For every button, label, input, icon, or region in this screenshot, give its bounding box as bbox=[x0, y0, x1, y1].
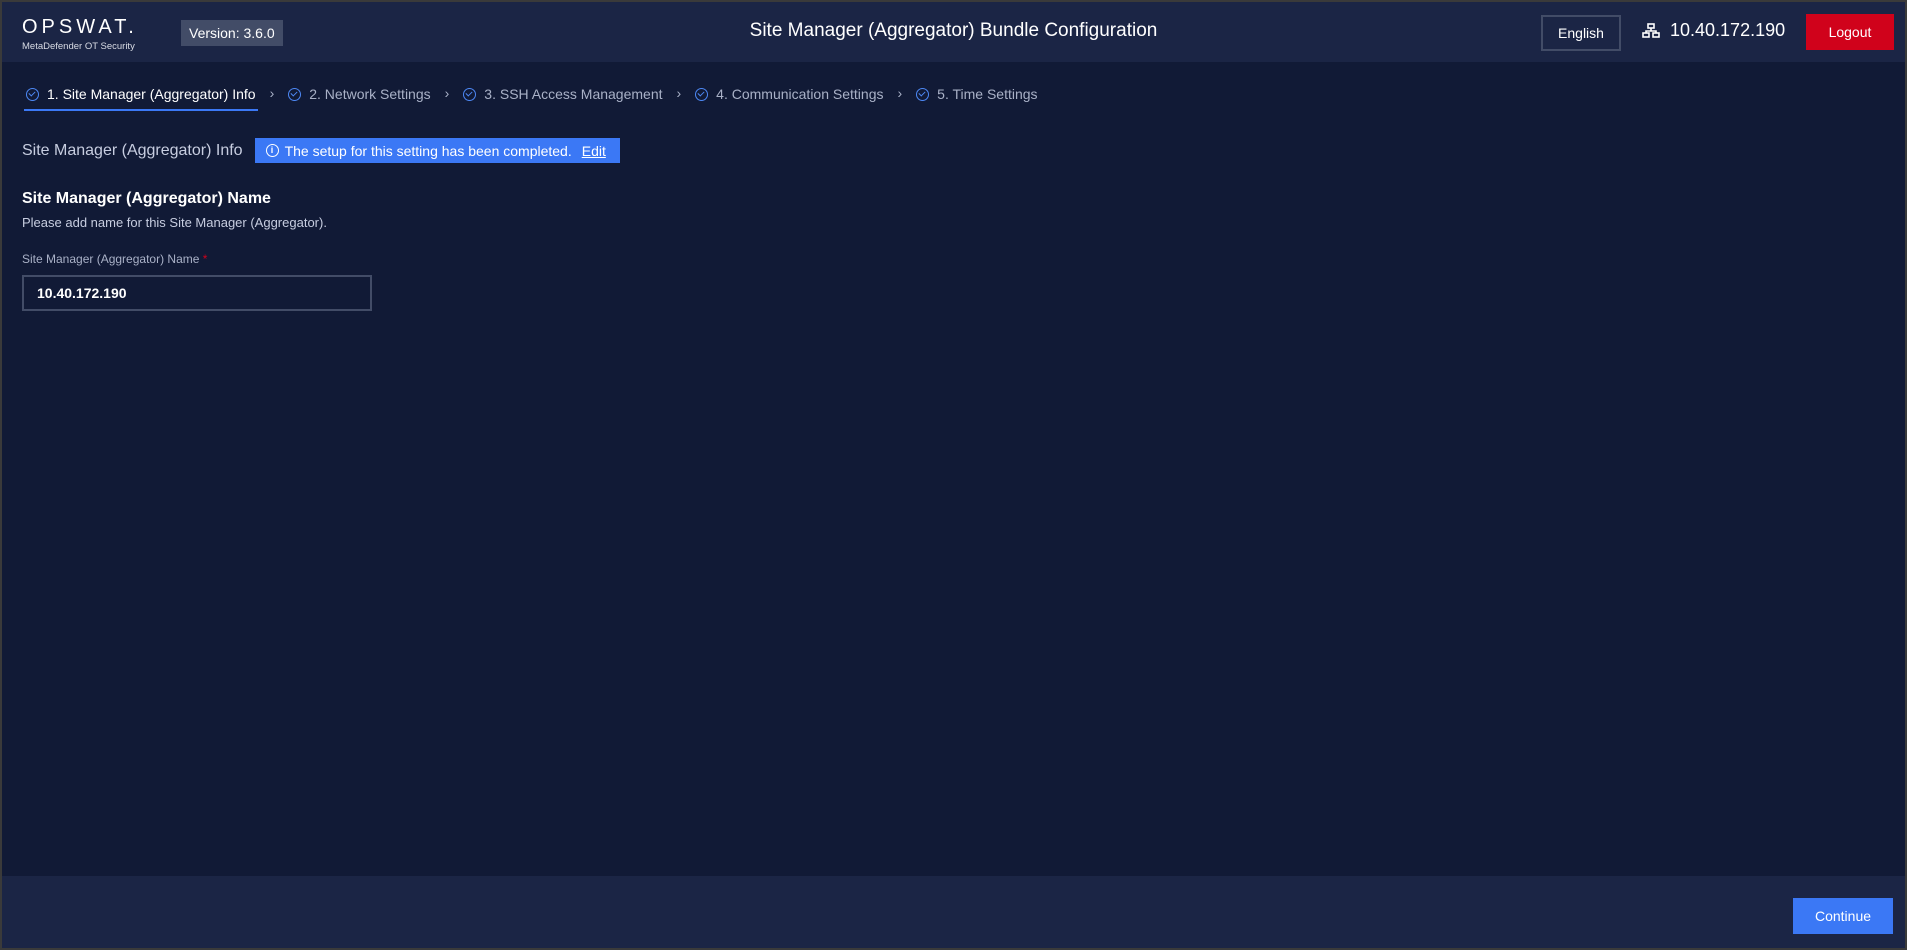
top-header: OPSWAT. MetaDefender OT Security Version… bbox=[2, 2, 1905, 62]
step-label: 2. Network Settings bbox=[309, 86, 431, 102]
step-network-settings[interactable]: 2. Network Settings bbox=[286, 84, 432, 111]
section-title: Site Manager (Aggregator) Info bbox=[22, 141, 243, 159]
check-circle-icon bbox=[916, 87, 930, 101]
continue-button[interactable]: Continue bbox=[1793, 898, 1893, 934]
edit-link[interactable]: Edit bbox=[582, 143, 606, 159]
step-label: 5. Time Settings bbox=[937, 86, 1038, 102]
banner-text: The setup for this setting has been comp… bbox=[284, 142, 572, 159]
language-button[interactable]: English bbox=[1541, 15, 1621, 51]
check-circle-icon bbox=[26, 87, 39, 101]
product-name: MetaDefender OT Security bbox=[22, 41, 135, 52]
ip-address: 10.40.172.190 bbox=[1670, 20, 1786, 40]
check-circle-icon bbox=[463, 87, 477, 101]
host-ip: 10.40.172.190 bbox=[1642, 20, 1785, 41]
step-label: 3. SSH Access Management bbox=[484, 86, 663, 102]
step-label: 4. Communication Settings bbox=[716, 86, 884, 102]
info-row: Site Manager (Aggregator) Info i The set… bbox=[22, 138, 620, 163]
step-time-settings[interactable]: 5. Time Settings bbox=[914, 84, 1039, 111]
site-manager-name-input[interactable] bbox=[22, 275, 372, 311]
check-circle-icon bbox=[288, 87, 302, 101]
wizard-steps: 1. Site Manager (Aggregator) Info › 2. N… bbox=[24, 84, 1040, 111]
name-field-label: Site Manager (Aggregator) Name * bbox=[22, 252, 207, 266]
chevron-right-icon: › bbox=[897, 85, 903, 101]
check-circle-icon bbox=[695, 87, 709, 101]
step-site-manager-info[interactable]: 1. Site Manager (Aggregator) Info bbox=[24, 84, 258, 111]
chevron-right-icon: › bbox=[676, 85, 682, 101]
network-icon bbox=[1642, 22, 1660, 38]
name-description: Please add name for this Site Manager (A… bbox=[22, 215, 327, 230]
step-ssh-access[interactable]: 3. SSH Access Management bbox=[461, 84, 664, 111]
name-heading: Site Manager (Aggregator) Name bbox=[22, 190, 271, 207]
app-window: OPSWAT. MetaDefender OT Security Version… bbox=[2, 2, 1905, 948]
label-text: Site Manager (Aggregator) Name bbox=[22, 252, 200, 266]
footer-bar: Continue bbox=[2, 876, 1905, 948]
step-communication-settings[interactable]: 4. Communication Settings bbox=[693, 84, 885, 111]
logout-button[interactable]: Logout bbox=[1806, 14, 1894, 50]
chevron-right-icon: › bbox=[444, 85, 450, 101]
chevron-right-icon: › bbox=[269, 85, 275, 101]
info-icon: i bbox=[265, 144, 279, 157]
step-label: 1. Site Manager (Aggregator) Info bbox=[47, 86, 256, 102]
required-marker: * bbox=[202, 252, 208, 266]
completed-banner: i The setup for this setting has been co… bbox=[254, 138, 620, 163]
